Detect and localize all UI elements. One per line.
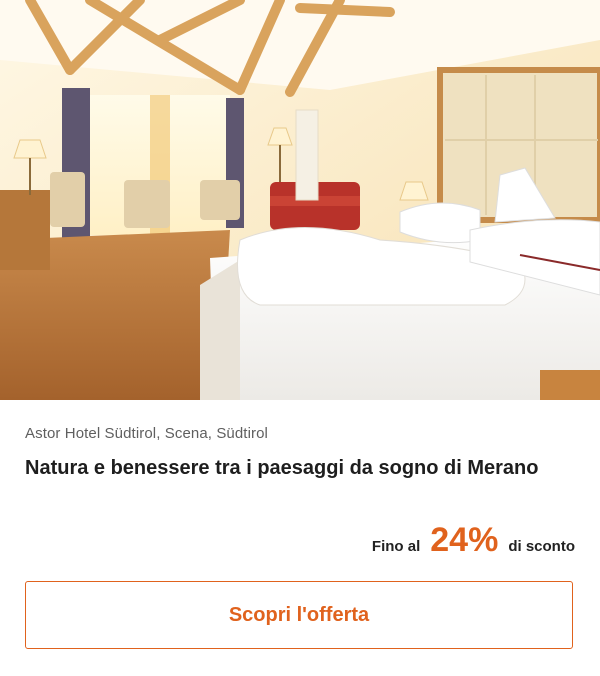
discount-value: 24% <box>430 521 499 559</box>
offer-card[interactable]: Astor Hotel Südtirol, Scena, Südtirol Na… <box>0 0 600 676</box>
offer-title[interactable]: Natura e benessere tra i paesaggi da sog… <box>25 454 575 482</box>
hotel-room-photo[interactable] <box>0 0 600 400</box>
discount-info: Fino al 24% di sconto <box>372 520 575 560</box>
hotel-location: Astor Hotel Südtirol, Scena, Südtirol <box>25 425 268 442</box>
discount-prefix: Fino al <box>371 538 421 555</box>
discount-suffix: di sconto <box>508 538 575 555</box>
discover-offer-button[interactable]: Scopri l'offerta <box>25 581 573 649</box>
